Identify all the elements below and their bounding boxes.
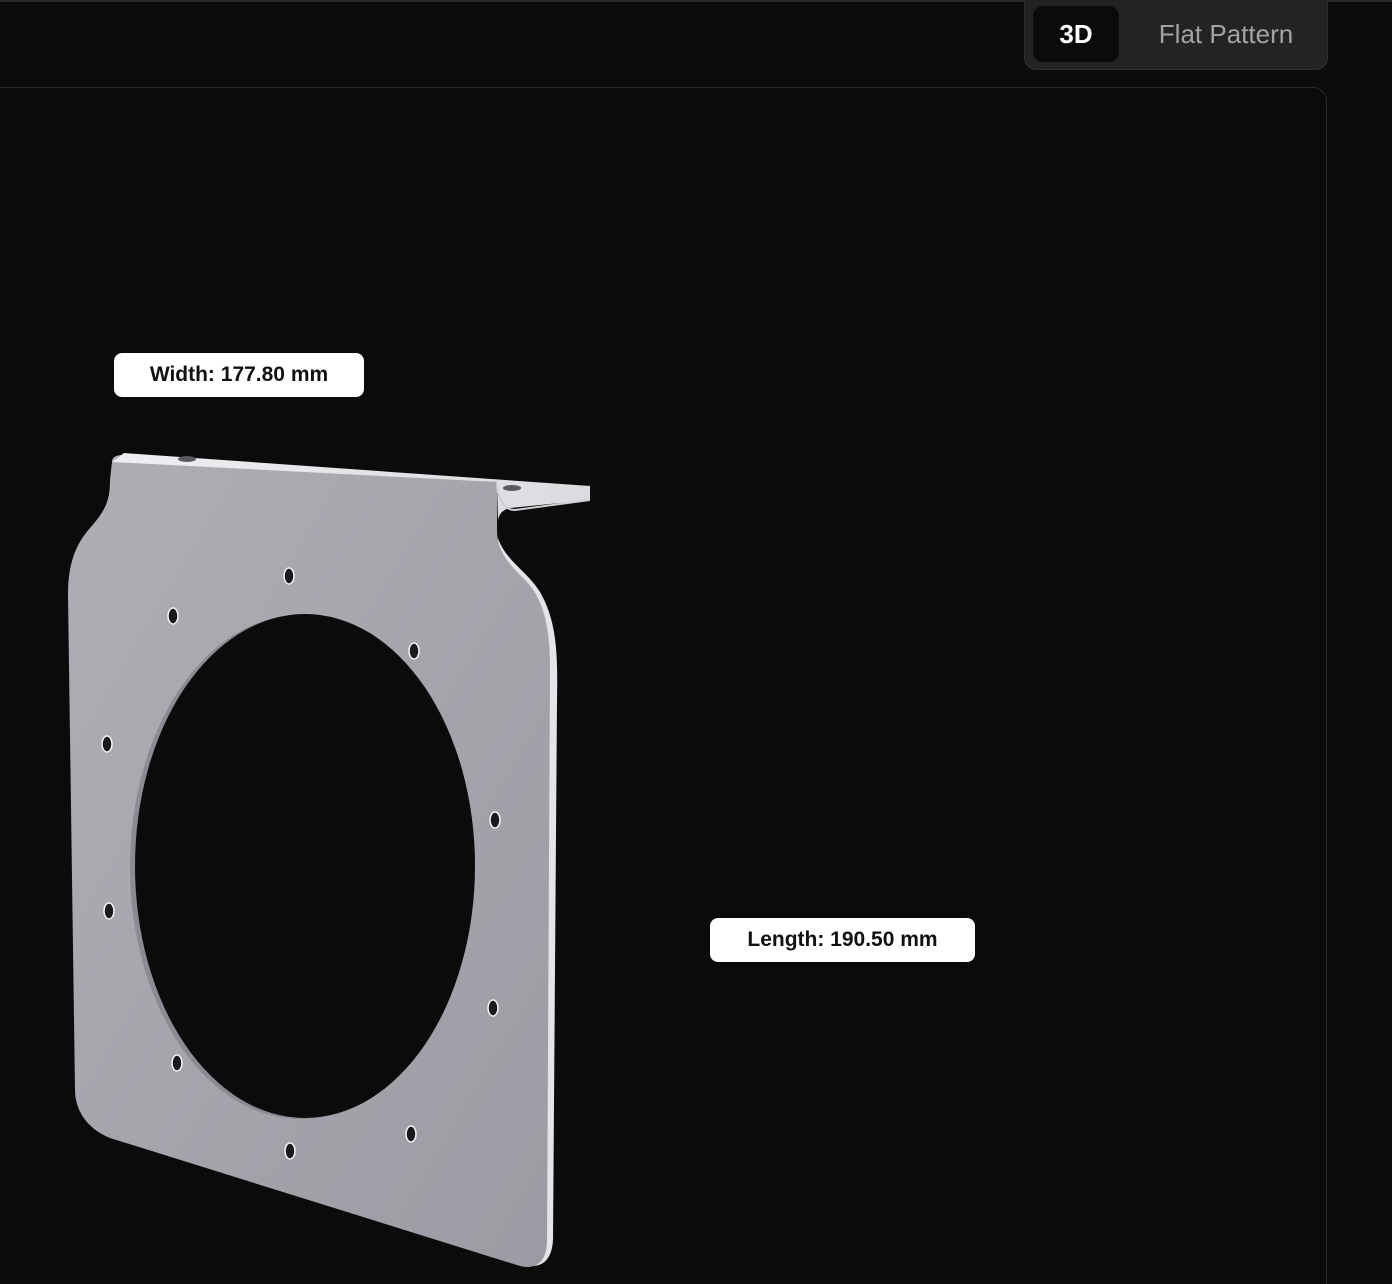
mounting-hole xyxy=(167,607,179,625)
flange-hole xyxy=(178,456,196,462)
fan-cutout xyxy=(135,614,475,1118)
view-mode-toggle: 3D Flat Pattern xyxy=(1024,0,1328,70)
width-dimension-label: Width: 177.80 mm xyxy=(114,353,364,397)
length-dimension-label: Length: 190.50 mm xyxy=(710,918,975,962)
mounting-hole xyxy=(489,811,501,829)
mounting-hole xyxy=(171,1054,183,1072)
mounting-hole xyxy=(283,567,295,585)
mounting-hole xyxy=(101,735,113,753)
mounting-hole xyxy=(405,1125,417,1143)
mounting-hole xyxy=(487,999,499,1017)
sheet-metal-bracket-model[interactable] xyxy=(0,0,1392,1284)
view-3d-button[interactable]: 3D xyxy=(1033,6,1119,62)
mounting-hole xyxy=(408,642,420,660)
cad-viewer: 3D Flat Pattern Width: 177.80 mm Length:… xyxy=(0,0,1392,1284)
view-flat-pattern-button[interactable]: Flat Pattern xyxy=(1133,6,1319,62)
flange-hole xyxy=(503,485,521,491)
mounting-hole xyxy=(103,902,115,920)
mounting-hole xyxy=(284,1142,296,1160)
